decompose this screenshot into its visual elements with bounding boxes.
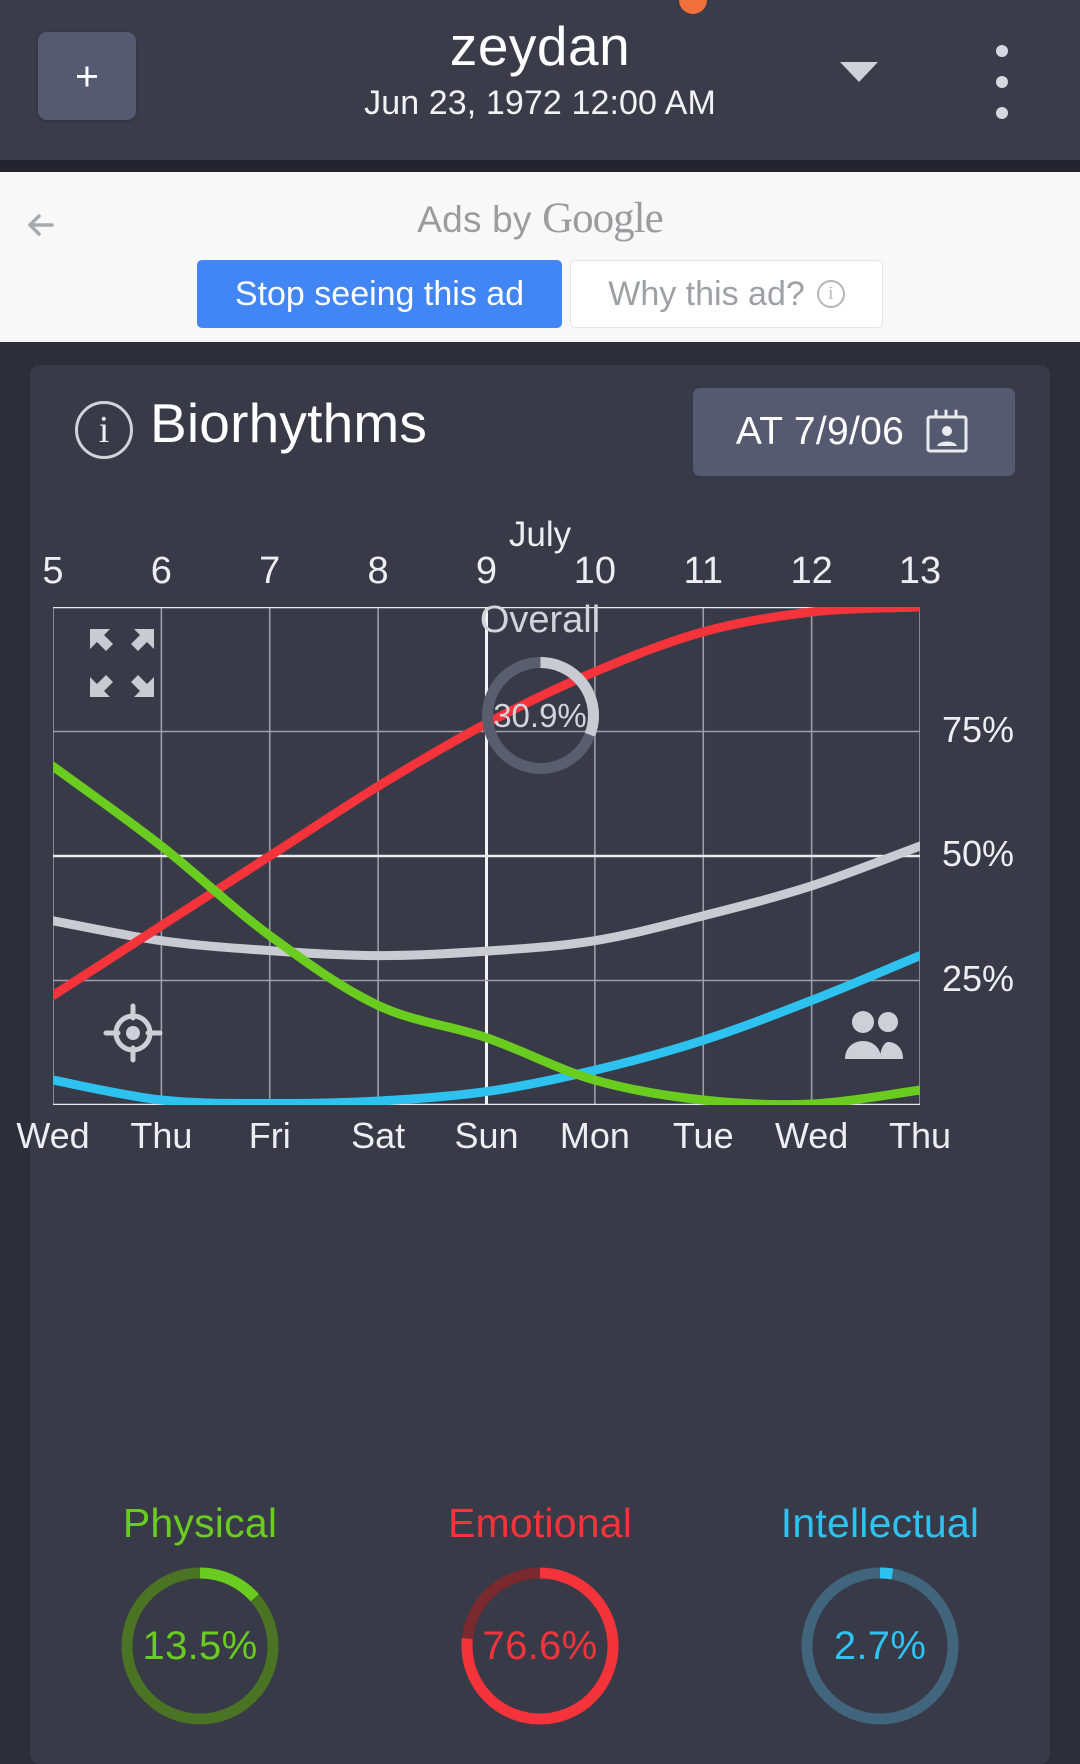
x-tick-top-8: 8 <box>367 550 389 592</box>
x-tick-bottom-sun: Sun <box>454 1115 519 1156</box>
app-bar: + zeydan Jun 23, 1972 12:00 AM <box>0 0 1080 160</box>
info-icon: i <box>816 280 845 308</box>
x-tick-top-9: 9 <box>475 550 498 592</box>
x-tick-top-10: 10 <box>573 550 617 592</box>
why-this-ad-button[interactable]: Why this ad? i <box>570 260 883 328</box>
dot-2 <box>996 76 1008 88</box>
x-tick-top-13: 13 <box>898 550 942 592</box>
ring-value-emotional: 76.6% <box>482 1623 598 1668</box>
page-title: Biorhythms <box>150 392 428 454</box>
ads-by-text: Ads by <box>417 199 543 240</box>
profile-title-block[interactable]: zeydan Jun 23, 1972 12:00 AM <box>0 16 1080 123</box>
ring-group-emotional: Emotional 76.6% <box>370 1500 710 1731</box>
overall-label: Overall <box>479 599 601 641</box>
x-tick-bottom-fri: Fri <box>248 1115 291 1156</box>
ring-label-intellectual: Intellectual <box>780 1500 980 1546</box>
google-wordmark: Google <box>542 195 664 242</box>
chart-month-label: July <box>508 515 572 554</box>
ring-group-intellectual: Intellectual 2.7% <box>710 1500 1050 1731</box>
x-tick-top-12: 12 <box>790 550 833 592</box>
ring-label-emotional: Emotional <box>447 1500 633 1546</box>
card-header: i Biorhythms AT 7/9/06 <box>30 365 1050 495</box>
biorhythm-rings: Physical 13.5% Emotional 76.6% Intellectual 2… <box>30 1500 1050 1764</box>
ads-by-google-label: Ads by Google <box>0 194 1080 243</box>
ring-intellectual: 2.7% <box>795 1561 965 1731</box>
ad-banner: Ads by Google Stop seeing this ad Why th… <box>0 172 1080 342</box>
overall-ring-group: Overall 30.9% <box>370 599 710 779</box>
y-tick-75: 75% <box>942 708 1015 750</box>
app-bar-divider <box>0 160 1080 172</box>
overall-ring: 30.9% <box>477 652 604 779</box>
profile-birthdate: Jun 23, 1972 12:00 AM <box>364 83 716 122</box>
notification-dot <box>679 0 707 14</box>
biorhythms-card: i Biorhythms AT 7/9/06 July 5 6 7 8 9 10 11 12 1… <box>16 365 1050 1764</box>
x-tick-top-7: 7 <box>259 550 281 592</box>
y-tick-25: 25% <box>942 957 1015 999</box>
x-tick-bottom-thu: Thu <box>130 1115 193 1156</box>
x-tick-top-6: 6 <box>150 550 172 592</box>
why-ad-label: Why this ad? <box>608 274 805 313</box>
crosshair-target-icon[interactable] <box>102 1002 164 1064</box>
overall-value: 30.9% <box>493 696 587 734</box>
dot-3 <box>996 107 1008 119</box>
x-tick-bottom-sat: Sat <box>351 1115 406 1156</box>
at-date-label: AT 7/9/06 <box>735 410 905 453</box>
x-tick-bottom-tue: Tue <box>672 1115 734 1156</box>
expand-arrows-icon[interactable] <box>82 625 162 701</box>
x-tick-top-11: 11 <box>683 550 723 592</box>
info-icon[interactable]: i <box>75 401 133 459</box>
x-tick-bottom-thu: Thu <box>888 1115 952 1156</box>
stop-seeing-this-ad-button[interactable]: Stop seeing this ad <box>197 260 562 328</box>
profile-name: zeydan <box>449 15 631 77</box>
chevron-down-icon[interactable] <box>840 62 878 82</box>
y-tick-50: 50% <box>942 833 1015 874</box>
stop-ad-label: Stop seeing this ad <box>234 274 525 313</box>
at-date-button[interactable]: AT 7/9/06 <box>693 388 1015 476</box>
x-tick-bottom-wed: Wed <box>774 1115 849 1156</box>
people-group-icon[interactable] <box>840 1007 908 1063</box>
ad-action-row: Stop seeing this ad Why this ad? i <box>0 260 1080 328</box>
ring-group-physical: Physical 13.5% <box>30 1500 370 1731</box>
ring-value-intellectual: 2.7% <box>833 1623 927 1668</box>
ring-value-physical: 13.5% <box>142 1623 258 1668</box>
ring-physical: 13.5% <box>115 1561 285 1731</box>
x-tick-bottom-wed: Wed <box>16 1115 90 1156</box>
x-tick-bottom-mon: Mon <box>559 1115 630 1156</box>
more-vertical-icon[interactable] <box>978 42 1026 122</box>
ring-emotional: 76.6% <box>455 1561 625 1731</box>
contact-calendar-icon <box>922 407 972 457</box>
dot-1 <box>996 45 1008 57</box>
x-tick-top-5: 5 <box>42 550 64 592</box>
ring-label-physical: Physical <box>122 1500 278 1546</box>
